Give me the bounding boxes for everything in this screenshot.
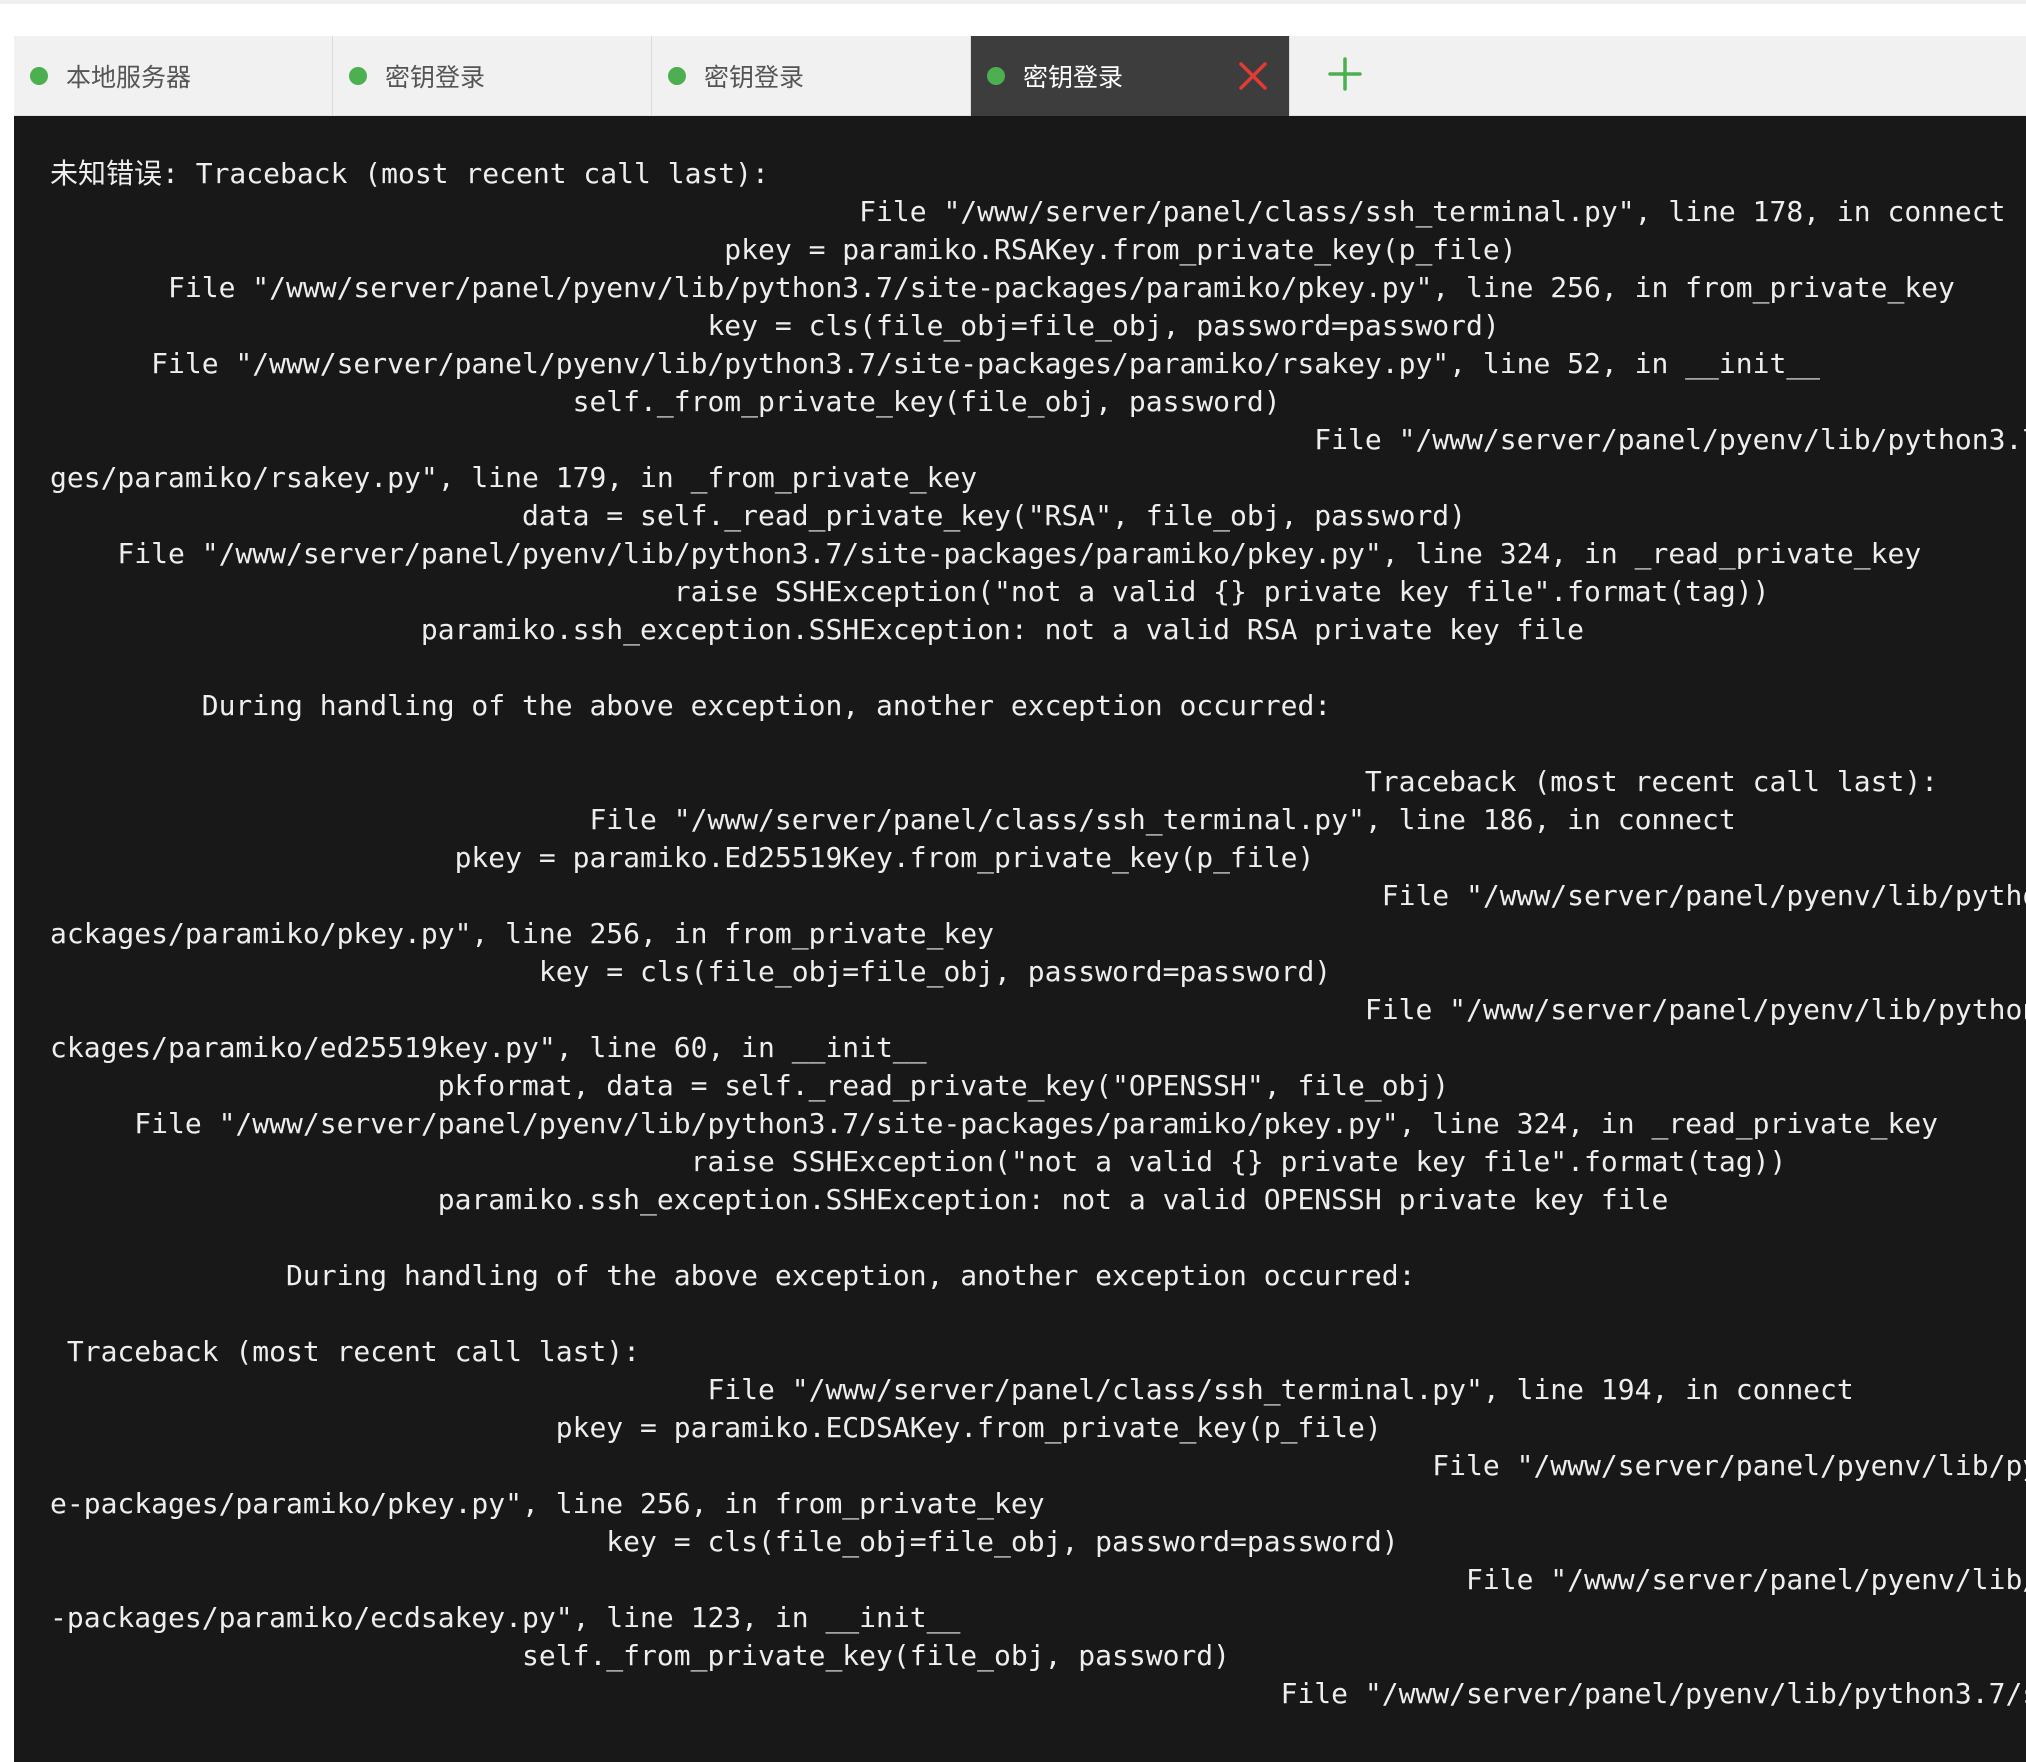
terminal-line: pkformat, data = self._read_private_key(… [50,1069,1450,1102]
terminal-line: ackages/paramiko/pkey.py", line 256, in … [50,917,995,950]
window-top-strip [0,0,2026,4]
close-icon[interactable] [1235,58,1271,94]
terminal-line: File "/www/server/panel/class/ssh_termin… [50,803,1736,836]
terminal-line: ges/paramiko/rsakey.py", line 179, in _f… [50,461,978,494]
tab-label: 密钥登录 [385,63,486,92]
terminal-line: File "/www/server/panel/class/ssh_termin… [50,1373,1854,1406]
terminal-line: Traceback (most recent call last): [50,1335,641,1368]
status-dot-icon [668,67,686,85]
status-dot-icon [987,67,1005,85]
tab-label: 本地服务器 [66,63,192,92]
add-tab-button[interactable] [1304,36,1386,116]
tab-bar: 本地服务器 密钥登录 密钥登录 密钥登录 [14,36,2026,116]
tab-local-server[interactable]: 本地服务器 [14,36,333,116]
terminal-line: File "/www/server/panel/pyenv/lib/python… [50,1563,2026,1596]
terminal-line: paramiko.ssh_exception.SSHException: not… [50,1183,1669,1216]
terminal-line: raise SSHException("not a valid {} priva… [50,1145,1787,1178]
tab-key-login-2[interactable]: 密钥登录 [652,36,971,116]
terminal-line: key = cls(file_obj=file_obj, password=pa… [50,309,1500,342]
terminal-lines: 未知错误: Traceback (most recent call last):… [50,155,2026,1713]
plus-icon [1327,56,1363,96]
terminal-line: File "/www/server/panel/pyenv/lib/python… [50,879,2026,912]
terminal-line: key = cls(file_obj=file_obj, password=pa… [50,1525,1399,1558]
tab-label: 密钥登录 [1023,63,1124,92]
terminal-line: File "/www/server/panel/pyenv/lib/python… [50,271,1955,304]
terminal-line: File "/www/server/panel/pyenv/lib/python… [50,1677,2026,1710]
terminal-line: key = cls(file_obj=file_obj, password=pa… [50,955,1332,988]
terminal-line: 未知错误: Traceback (most recent call last): [50,157,769,190]
terminal-line: File "/www/server/panel/pyenv/lib/python… [50,1449,2026,1482]
terminal-line: File "/www/server/panel/pyenv/lib/python… [50,423,2026,456]
terminal-line: pkey = paramiko.ECDSAKey.from_private_ke… [50,1411,1382,1444]
terminal-line: paramiko.ssh_exception.SSHException: not… [50,613,1585,646]
terminal-line: File "/www/server/panel/pyenv/lib/python… [50,347,1821,380]
status-dot-icon [349,67,367,85]
terminal-line: File "/www/server/panel/class/ssh_termin… [50,195,2006,228]
terminal-line: self._from_private_key(file_obj, passwor… [50,1639,1231,1672]
status-dot-icon [30,67,48,85]
terminal-line: During handling of the above exception, … [50,1259,1416,1292]
terminal-line: ckages/paramiko/ed25519key.py", line 60,… [50,1031,927,1064]
terminal-line: File "/www/server/panel/pyenv/lib/python… [50,993,2026,1026]
terminal-line: self._from_private_key(file_obj, passwor… [50,385,1281,418]
terminal-line: data = self._read_private_key("RSA", fil… [50,499,1467,532]
terminal-line: During handling of the above exception, … [50,689,1332,722]
terminal-line: File "/www/server/panel/pyenv/lib/python… [50,537,1922,570]
tab-label: 密钥登录 [704,63,805,92]
terminal-output[interactable]: 未知错误: Traceback (most recent call last):… [14,116,2026,1762]
terminal-line: raise SSHException("not a valid {} priva… [50,575,1770,608]
terminal-line: pkey = paramiko.Ed25519Key.from_private_… [50,841,1315,874]
terminal-line: Traceback (most recent call last): [50,765,1939,798]
terminal-line: File "/www/server/panel/pyenv/lib/python… [50,1107,1939,1140]
terminal-line: -packages/paramiko/ecdsakey.py", line 12… [50,1601,961,1634]
tab-key-login-1[interactable]: 密钥登录 [333,36,652,116]
terminal-line: e-packages/paramiko/pkey.py", line 256, … [50,1487,1045,1520]
terminal-line: pkey = paramiko.RSAKey.from_private_key(… [50,233,1517,266]
tab-key-login-active[interactable]: 密钥登录 [971,36,1290,116]
